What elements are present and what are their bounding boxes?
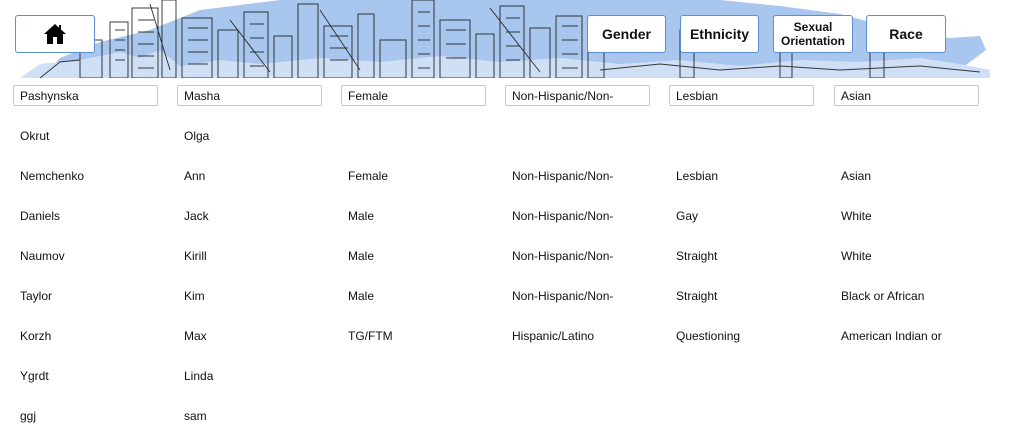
table-row[interactable]: ggj sam [0, 395, 1016, 435]
last-name-cell: Daniels [20, 209, 61, 223]
first-name-cell: Jack [184, 209, 209, 223]
first-name-filter-input[interactable] [177, 85, 322, 106]
orientation-cell: Straight [676, 289, 718, 303]
gender-cell: TG/FTM [348, 329, 393, 343]
race-cell: American Indian or [841, 329, 942, 343]
first-name-cell: Linda [184, 369, 214, 383]
first-name-cell: Max [184, 329, 207, 343]
table-row[interactable]: Nemchenko Ann Female Non-Hispanic/Non- L… [0, 155, 1016, 195]
orientation-filter-input[interactable] [669, 85, 814, 106]
gender-cell: Female [348, 169, 389, 183]
orientation-cell: Questioning [676, 329, 741, 343]
gender-cell: Male [348, 209, 375, 223]
first-name-cell: Olga [184, 129, 210, 143]
race-cell: Asian [841, 169, 872, 183]
ethnicity-cell: Non-Hispanic/Non- [512, 289, 614, 303]
race-cell: Black or African [841, 289, 925, 303]
page: Gender Ethnicity Sexual Orientation Race… [0, 0, 1016, 440]
race-cell: White [841, 209, 872, 223]
table-row[interactable]: Okrut Olga [0, 115, 1016, 155]
ethnicity-button-label: Ethnicity [689, 26, 750, 42]
first-name-cell: sam [184, 409, 207, 423]
last-name-cell: Okrut [20, 129, 50, 143]
last-name-filter-input[interactable] [13, 85, 158, 106]
gender-cell: Male [348, 249, 375, 263]
table-row[interactable]: Daniels Jack Male Non-Hispanic/Non- Gay … [0, 195, 1016, 235]
first-name-cell: Kirill [184, 249, 207, 263]
sexual-orientation-label-line2: Orientation [780, 34, 845, 48]
ethnicity-filter-input[interactable] [505, 85, 650, 106]
home-button[interactable] [15, 15, 95, 53]
orientation-cell: Gay [676, 209, 699, 223]
last-name-cell: Naumov [20, 249, 65, 263]
gender-cell: Male [348, 289, 375, 303]
gender-button[interactable]: Gender [587, 15, 666, 53]
orientation-cell: Lesbian [676, 169, 719, 183]
race-button-label: Race [889, 26, 923, 42]
first-name-cell: Ann [184, 169, 206, 183]
table-row[interactable]: Ygrdt Linda [0, 355, 1016, 395]
ethnicity-button[interactable]: Ethnicity [680, 15, 759, 53]
last-name-cell: ggj [20, 409, 37, 423]
first-name-cell: Kim [184, 289, 205, 303]
table-row[interactable]: Naumov Kirill Male Non-Hispanic/Non- Str… [0, 235, 1016, 275]
orientation-cell: Straight [676, 249, 718, 263]
last-name-cell: Taylor [20, 289, 53, 303]
race-filter-input[interactable] [834, 85, 979, 106]
race-cell: White [841, 249, 872, 263]
gender-filter-input[interactable] [341, 85, 486, 106]
ethnicity-cell: Non-Hispanic/Non- [512, 169, 614, 183]
sexual-orientation-label-line1: Sexual [793, 20, 833, 34]
race-button[interactable]: Race [866, 15, 946, 53]
table-row[interactable]: Korzh Max TG/FTM Hispanic/Latino Questio… [0, 315, 1016, 355]
last-name-cell: Korzh [20, 329, 52, 343]
ethnicity-cell: Hispanic/Latino [512, 329, 595, 343]
home-icon [44, 24, 66, 44]
last-name-cell: Nemchenko [20, 169, 85, 183]
ethnicity-cell: Non-Hispanic/Non- [512, 249, 614, 263]
ethnicity-cell: Non-Hispanic/Non- [512, 209, 614, 223]
last-name-cell: Ygrdt [20, 369, 49, 383]
gender-button-label: Gender [601, 26, 651, 42]
people-table: Okrut Olga Nemchenko Ann Female Non-Hisp… [0, 115, 1016, 435]
sexual-orientation-button[interactable]: Sexual Orientation [773, 15, 853, 53]
table-row[interactable]: Taylor Kim Male Non-Hispanic/Non- Straig… [0, 275, 1016, 315]
